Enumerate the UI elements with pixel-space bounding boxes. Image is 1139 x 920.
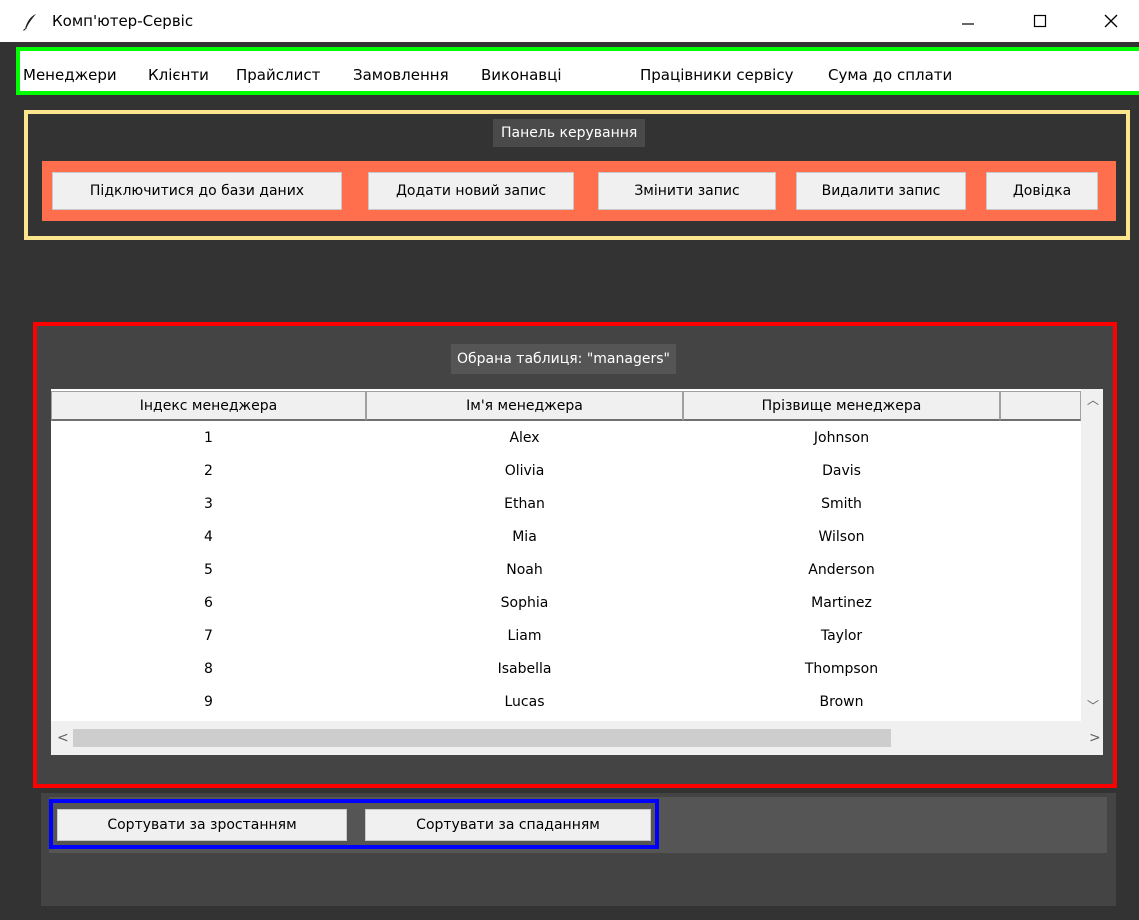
maximize-icon (1033, 14, 1047, 28)
column-header-last-name[interactable]: Прізвище менеджера (683, 391, 1000, 421)
cell-index: 2 (204, 462, 213, 479)
feather-icon (23, 14, 36, 31)
menu-item-performers[interactable]: Виконавці (481, 65, 562, 85)
title-bar: Комп'ютер-Сервіс (0, 0, 1139, 42)
scroll-down-icon[interactable]: ﹀ (1087, 699, 1099, 713)
lower-panel: Сортувати за зростанням Сортувати за спа… (41, 793, 1116, 906)
scroll-right-icon[interactable]: > (1089, 731, 1101, 745)
horizontal-scrollbar[interactable]: < > (51, 721, 1101, 755)
cell-first-name: Olivia (504, 462, 545, 479)
table-header: Індекс менеджера Ім'я менеджера Прізвище… (51, 391, 1081, 421)
table-row[interactable]: 3 Ethan Smith (51, 487, 1081, 520)
cell-index: 1 (204, 429, 213, 446)
cell-last-name: Brown (819, 693, 864, 710)
add-record-button[interactable]: Додати новий запис (368, 172, 574, 210)
maximize-button[interactable] (1017, 0, 1063, 42)
cell-last-name: Martinez (811, 594, 872, 611)
menu-item-amount-due[interactable]: Сума до сплати (828, 65, 952, 85)
close-button[interactable] (1088, 0, 1134, 42)
cell-first-name: Sophia (500, 594, 549, 611)
cell-index: 7 (204, 627, 213, 644)
sort-descending-button[interactable]: Сортувати за спаданням (365, 809, 651, 841)
menu-item-clients[interactable]: Клієнти (148, 65, 209, 85)
cell-index: 5 (204, 561, 213, 578)
help-button[interactable]: Довідка (986, 172, 1098, 210)
cell-first-name: Liam (507, 627, 542, 644)
cell-index: 9 (204, 693, 213, 710)
table-panel: Обрана таблиця: "managers" Індекс менедж… (33, 322, 1117, 788)
table-row[interactable]: 4 Mia Wilson (51, 520, 1081, 553)
cell-last-name: Anderson (808, 561, 875, 578)
scroll-up-icon[interactable]: ︿ (1087, 393, 1099, 407)
cell-last-name: Davis (822, 462, 861, 479)
edit-record-button[interactable]: Змінити запис (598, 172, 776, 210)
control-panel-label: Панель керування (493, 119, 646, 147)
menu-item-orders[interactable]: Замовлення (353, 65, 449, 85)
menu-item-pricelist[interactable]: Прайслист (236, 65, 320, 85)
table-row[interactable]: 5 Noah Anderson (51, 553, 1081, 586)
sort-strip: Сортувати за зростанням Сортувати за спа… (49, 797, 1107, 853)
cell-last-name: Thompson (804, 660, 879, 677)
table-row[interactable]: 6 Sophia Martinez (51, 586, 1081, 619)
horizontal-scroll-thumb[interactable] (73, 729, 891, 747)
cell-first-name: Noah (506, 561, 543, 578)
scroll-left-icon[interactable]: < (57, 731, 69, 745)
cell-index: 8 (204, 660, 213, 677)
cell-first-name: Mia (512, 528, 537, 545)
delete-record-button[interactable]: Видалити запис (796, 172, 966, 210)
table-row[interactable]: 8 Isabella Thompson (51, 652, 1081, 685)
close-icon (1104, 14, 1118, 28)
cell-index: 6 (204, 594, 213, 611)
cell-first-name: Lucas (504, 693, 545, 710)
cell-first-name: Alex (509, 429, 540, 446)
cell-index: 3 (204, 495, 213, 512)
cell-last-name: Taylor (820, 627, 863, 644)
cell-last-name: Smith (821, 495, 862, 512)
cell-first-name: Ethan (504, 495, 545, 512)
table-row[interactable]: 9 Lucas Brown (51, 685, 1081, 718)
table-row[interactable]: 1 Alex Johnson (51, 423, 1081, 454)
selected-table-label: Обрана таблиця: "managers" (451, 344, 676, 374)
window-title: Комп'ютер-Сервіс (52, 12, 194, 30)
table-row[interactable]: 2 Olivia Davis (51, 454, 1081, 487)
column-header-first-name[interactable]: Ім'я менеджера (366, 391, 683, 421)
cell-index: 4 (204, 528, 213, 545)
vertical-scrollbar[interactable]: ︿ ﹀ (1081, 389, 1103, 755)
control-panel: Панель керування Підключитися до бази да… (24, 110, 1130, 240)
menu-item-service-workers[interactable]: Працівники сервісу (640, 65, 793, 85)
menu-item-managers[interactable]: Менеджери (23, 65, 117, 85)
control-button-strip: Підключитися до бази даних Додати новий … (42, 161, 1116, 221)
sort-buttons-group: Сортувати за зростанням Сортувати за спа… (49, 799, 659, 849)
table-body: 1 Alex Johnson 2 Olivia Davis 3 Ethan Smith 4 Mia W… (51, 423, 1081, 721)
minimize-button[interactable] (945, 0, 991, 42)
cell-first-name: Isabella (497, 660, 552, 677)
sort-ascending-button[interactable]: Сортувати за зростанням (57, 809, 347, 841)
cell-last-name: Johnson (813, 429, 870, 446)
minimize-icon (962, 23, 974, 25)
data-table[interactable]: Індекс менеджера Ім'я менеджера Прізвище… (51, 389, 1103, 755)
column-header-index[interactable]: Індекс менеджера (51, 391, 366, 421)
cell-last-name: Wilson (818, 528, 865, 545)
connect-db-button[interactable]: Підключитися до бази даних (52, 172, 342, 210)
table-row[interactable]: 7 Liam Taylor (51, 619, 1081, 652)
menu-bar: Менеджери Клієнти Прайслист Замовлення В… (16, 47, 1139, 95)
column-header-extra[interactable] (1000, 391, 1081, 421)
